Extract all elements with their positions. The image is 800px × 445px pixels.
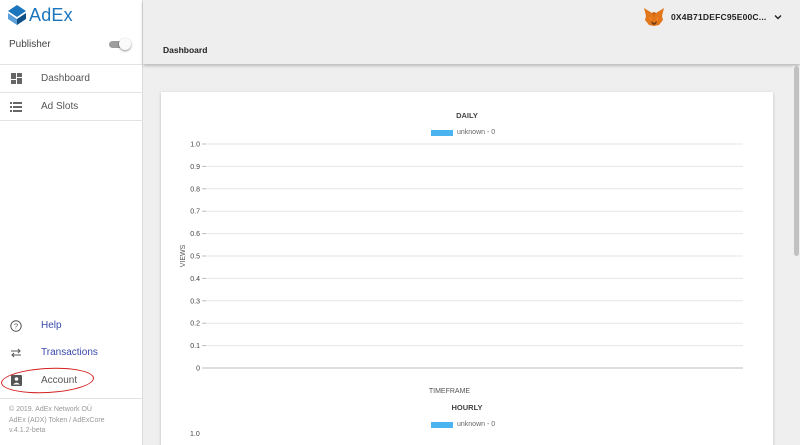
chart-title: HOURLY: [451, 403, 483, 412]
y-tick-label: 0.1: [190, 343, 200, 350]
x-axis-label: TIMEFRAME: [429, 388, 471, 395]
sidebar-item-account[interactable]: Account: [0, 367, 143, 394]
publisher-advertiser-toggle[interactable]: [109, 38, 131, 50]
sidebar-item-label: Account: [41, 375, 78, 386]
app-name: AdEx: [29, 4, 73, 25]
account-box-icon: [10, 375, 22, 387]
sidebar-item-dashboard[interactable]: Dashboard: [0, 65, 143, 92]
top-app-bar: 0X4B71DEFC95E00C... Dashboard: [143, 0, 800, 64]
chart-legend[interactable]: unknown - 0: [431, 421, 495, 428]
chevron-down-icon: [774, 15, 782, 20]
y-tick-label: 0.2: [190, 321, 200, 328]
sidebar-item-ad-slots[interactable]: Ad Slots: [0, 93, 143, 120]
sidebar-item-transactions[interactable]: Transactions: [0, 339, 143, 366]
copyright-text: © 2019. AdEx Network OÜ: [9, 406, 92, 413]
sidebar-item-label: Ad Slots: [41, 101, 79, 112]
metamask-fox-icon: [644, 8, 664, 26]
divider: [0, 120, 143, 121]
adex-logo-icon: [8, 5, 26, 25]
y-tick-label: 0.3: [190, 298, 200, 305]
sidebar-item-help[interactable]: ? Help: [0, 312, 143, 339]
scrollbar-thumb[interactable]: [794, 66, 799, 256]
page-scrollbar[interactable]: [793, 66, 800, 445]
sidebar-item-label: Transactions: [41, 347, 98, 358]
y-tick-label: 1.0: [190, 431, 200, 438]
dashboard-icon: [10, 73, 22, 85]
legend-label: unknown - 0: [457, 421, 496, 428]
list-icon: [10, 101, 22, 113]
account-menu[interactable]: 0X4B71DEFC95E00C...: [643, 6, 783, 28]
y-tick-label: 1.0: [190, 142, 200, 149]
sidebar-footer: © 2019. AdEx Network OÜ AdEx (ADX) Token…: [9, 405, 105, 437]
sidebar-item-label: Dashboard: [41, 73, 90, 84]
daily-views-chart: 0 0.1 0.2 0.3 0.4 0.5 0.6 0.7 0.8 0.9 1.0 TIMEFRAME…: [180, 142, 743, 395]
adex-logo[interactable]: AdEx: [8, 4, 73, 26]
swap-arrows-icon: [10, 347, 22, 359]
y-tick-label: 0.8: [190, 186, 200, 193]
account-address: 0X4B71DEFC95E00C...: [671, 12, 767, 22]
sidebar: AdEx Publisher Dashboard Ad Slots ? Help…: [0, 0, 143, 445]
help-icon: ?: [10, 319, 22, 332]
svg-text:?: ?: [14, 321, 18, 330]
y-tick-label: 0: [196, 366, 200, 373]
sidebar-item-label: Help: [41, 320, 62, 331]
mode-switch-row: Publisher: [9, 36, 131, 52]
stats-card: DAILY unknown - 0 0 0.1 0.2 0.3 0.4 0.5 0.6 0.7…: [161, 92, 773, 445]
y-tick-label: 0.5: [190, 254, 200, 261]
y-axis-label: VIEWS: [180, 244, 187, 267]
y-tick-label: 0.4: [190, 276, 200, 283]
y-tick-label: 0.7: [190, 209, 200, 216]
mode-label: Publisher: [9, 38, 51, 50]
divider: [0, 398, 143, 399]
page-title: Dashboard: [163, 45, 208, 55]
y-tick-label: 0.6: [190, 231, 200, 238]
token-links[interactable]: AdEx (ADX) Token / AdExCore: [9, 416, 105, 427]
legend-swatch: [431, 421, 453, 428]
y-tick-label: 0.9: [190, 164, 200, 171]
version-text: v.4.1.2-beta: [9, 427, 46, 434]
